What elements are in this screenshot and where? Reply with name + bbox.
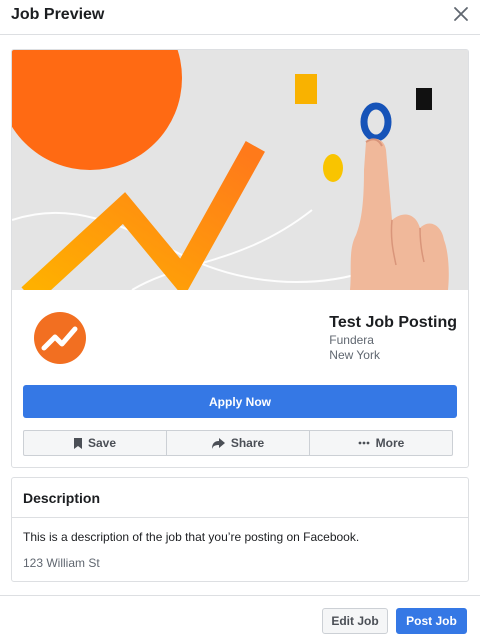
job-location: New York [329, 348, 380, 362]
share-button[interactable]: Share [167, 431, 310, 455]
job-address: 123 William St [23, 556, 100, 570]
job-title: Test Job Posting [329, 314, 457, 331]
bookmark-icon [73, 437, 82, 449]
job-actions-bar: Save Share More [23, 430, 453, 456]
company-logo [34, 312, 86, 364]
share-label: Share [230, 436, 265, 450]
ellipsis-icon [358, 441, 370, 445]
close-icon[interactable] [452, 5, 470, 23]
save-label: Save [87, 436, 117, 450]
description-header: Description [12, 478, 468, 518]
modal-title: Job Preview [11, 6, 105, 23]
job-card: Test Job Posting Fundera New York Apply … [11, 49, 469, 468]
apply-now-button[interactable]: Apply Now [23, 385, 457, 418]
more-label: More [375, 436, 405, 450]
modal-header: Job Preview [0, 0, 480, 35]
company-name: Fundera [329, 333, 374, 347]
description-heading: Description [23, 490, 101, 506]
job-info: Test Job Posting Fundera New York [329, 313, 457, 363]
more-button[interactable]: More [310, 431, 452, 455]
post-job-button[interactable]: Post Job [396, 608, 467, 634]
save-button[interactable]: Save [24, 431, 167, 455]
job-banner-image [12, 50, 468, 290]
share-arrow-icon [211, 437, 225, 449]
modal-footer: Edit Job Post Job [0, 595, 480, 644]
description-text: This is a description of the job that yo… [23, 530, 360, 544]
description-card: Description This is a description of the… [11, 477, 469, 582]
edit-job-button[interactable]: Edit Job [322, 608, 388, 634]
